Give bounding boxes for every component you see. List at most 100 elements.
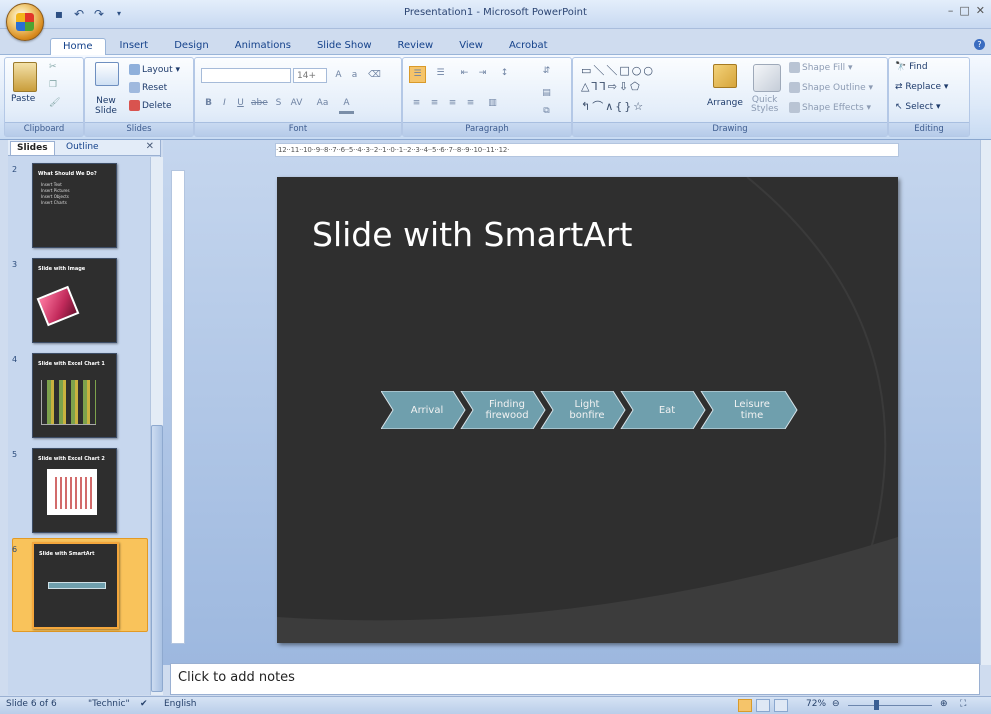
strikethrough-button[interactable]: abe: [251, 96, 268, 111]
help-icon[interactable]: ?: [974, 39, 985, 50]
tab-view[interactable]: View: [447, 38, 495, 54]
shapes-gallery[interactable]: ▭＼＼□○○: [581, 62, 655, 78]
tab-outline[interactable]: Outline: [60, 141, 105, 154]
notes-placeholder: Click to add notes: [178, 670, 295, 685]
shape-fill-button[interactable]: Shape Fill ▾: [789, 62, 852, 73]
thumbnail-bullet: Insert Charts: [41, 200, 67, 205]
slide-sorter-view-icon[interactable]: [756, 699, 770, 712]
zoom-slider-thumb[interactable]: [874, 700, 879, 710]
text-direction-icon[interactable]: ⇵: [539, 64, 554, 79]
slide-thumbnail-5[interactable]: Slide with Excel Chart 2: [32, 448, 117, 533]
replace-label: Replace: [905, 82, 942, 92]
zoom-slider[interactable]: [848, 705, 932, 706]
notes-pane[interactable]: Click to add notes: [170, 663, 980, 695]
delete-button[interactable]: Delete: [129, 100, 172, 111]
office-button[interactable]: [6, 3, 44, 41]
font-size-box[interactable]: 14+: [293, 68, 327, 83]
slides-group: New Slide Layout ▾ Reset Delete Slides: [84, 57, 194, 137]
shadow-button[interactable]: S: [271, 96, 286, 111]
grow-font-icon[interactable]: A: [331, 68, 346, 83]
numbering-icon[interactable]: ☰: [433, 66, 448, 81]
slide-thumbnail-3[interactable]: Slide with Image: [32, 258, 117, 343]
align-text-icon[interactable]: ▤: [539, 86, 554, 101]
shape-effects-button[interactable]: Shape Effects ▾: [789, 102, 871, 113]
tab-animations[interactable]: Animations: [223, 38, 303, 54]
replace-icon: ⇄: [895, 82, 903, 92]
thumbnail-smartart: [48, 582, 106, 589]
justify-icon[interactable]: ≡: [463, 96, 478, 111]
normal-view-icon[interactable]: [738, 699, 752, 712]
layout-icon: [129, 64, 140, 75]
quick-styles-button[interactable]: Quick Styles: [751, 96, 778, 114]
change-case-button[interactable]: Aa: [315, 96, 330, 111]
minimize-button[interactable]: –: [948, 4, 954, 17]
character-spacing-button[interactable]: AV: [289, 96, 304, 111]
layout-label: Layout: [142, 65, 173, 75]
tab-home[interactable]: Home: [50, 38, 106, 55]
close-pane-icon[interactable]: ✕: [146, 141, 154, 152]
slide-canvas[interactable]: Slide with SmartArt Arrival Finding fire…: [277, 177, 898, 643]
thumbnail-chart: [41, 380, 96, 425]
thumbnail-title: What Should We Do?: [38, 171, 97, 177]
tab-slides[interactable]: Slides: [10, 141, 55, 155]
columns-icon[interactable]: ▥: [485, 96, 500, 111]
fit-to-window-icon[interactable]: ⛶: [960, 699, 966, 709]
delete-label: Delete: [142, 101, 172, 111]
smartart-convert-icon[interactable]: ⧉: [539, 104, 554, 119]
zoom-level[interactable]: 72%: [806, 699, 826, 709]
align-center-icon[interactable]: ≡: [427, 96, 442, 111]
find-button[interactable]: 🔭 Find: [895, 62, 928, 72]
font-name-box[interactable]: [201, 68, 291, 83]
zoom-out-icon[interactable]: ⊖: [832, 699, 840, 709]
shrink-font-icon[interactable]: a: [347, 68, 362, 83]
tab-review[interactable]: Review: [386, 38, 446, 54]
copy-icon[interactable]: ❐: [49, 80, 57, 90]
reset-label: Reset: [142, 83, 168, 93]
arrange-button[interactable]: Arrange: [707, 98, 743, 108]
underline-button[interactable]: U: [233, 96, 248, 111]
slide-show-view-icon[interactable]: [774, 699, 788, 712]
language[interactable]: English: [164, 699, 197, 709]
slide-thumbnail-4[interactable]: Slide with Excel Chart 1: [32, 353, 117, 438]
layout-button[interactable]: Layout ▾: [129, 64, 180, 75]
bullets-icon[interactable]: ☰: [409, 66, 426, 83]
italic-button[interactable]: I: [217, 96, 232, 111]
increase-indent-icon[interactable]: ⇥: [475, 66, 490, 81]
format-painter-icon[interactable]: 🖌: [49, 98, 60, 108]
cut-icon[interactable]: ✂: [49, 62, 57, 72]
slide-thumbnail-6[interactable]: Slide with SmartArt: [32, 542, 119, 629]
replace-button[interactable]: ⇄ Replace ▾: [895, 82, 948, 92]
clear-formatting-icon[interactable]: ⌫: [367, 68, 382, 83]
shape-fill-icon: [789, 62, 800, 73]
tab-insert[interactable]: Insert: [108, 38, 161, 54]
slide-thumbnail-2[interactable]: What Should We Do? Insert Text Insert Pi…: [32, 163, 117, 248]
maximize-button[interactable]: □: [959, 4, 969, 17]
spellcheck-icon[interactable]: ✔: [140, 699, 148, 709]
tab-design[interactable]: Design: [162, 38, 221, 54]
shape-outline-button[interactable]: Shape Outline ▾: [789, 82, 873, 93]
shapes-gallery-row2[interactable]: △⅂⅂⇨⇩⬠: [581, 80, 642, 93]
editor-scrollbar[interactable]: [980, 140, 991, 665]
slide-title[interactable]: Slide with SmartArt: [312, 215, 632, 254]
tab-slide-show[interactable]: Slide Show: [305, 38, 384, 54]
close-button[interactable]: ✕: [976, 4, 985, 17]
font-color-button[interactable]: A: [339, 96, 354, 114]
quick-styles-icon: [753, 64, 781, 92]
slides-label: Slides: [85, 122, 193, 136]
smartart-label: Light bonfire: [569, 399, 605, 421]
bold-button[interactable]: B: [201, 96, 216, 111]
line-spacing-icon[interactable]: ↕: [497, 66, 512, 81]
new-slide-button[interactable]: New Slide: [95, 96, 117, 116]
zoom-in-icon[interactable]: ⊕: [940, 699, 948, 709]
slides-pane-scroll-thumb[interactable]: [151, 425, 163, 692]
thumbnail-image: [36, 285, 80, 327]
align-right-icon[interactable]: ≡: [445, 96, 460, 111]
shapes-gallery-row3[interactable]: ↰⌒∧{}☆: [581, 98, 645, 114]
paste-button[interactable]: Paste: [11, 94, 35, 104]
align-left-icon[interactable]: ≡: [409, 96, 424, 111]
tab-acrobat[interactable]: Acrobat: [497, 38, 560, 54]
decrease-indent-icon[interactable]: ⇤: [457, 66, 472, 81]
select-button[interactable]: ↖ Select ▾: [895, 102, 941, 112]
reset-button[interactable]: Reset: [129, 82, 167, 93]
thumbnail-number: 3: [12, 260, 18, 269]
